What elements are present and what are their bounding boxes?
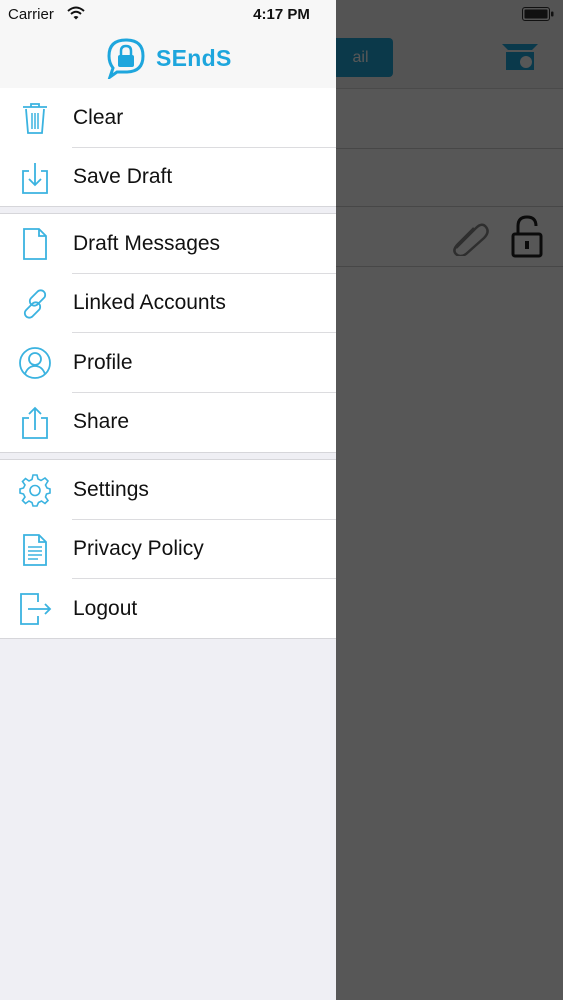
gear-icon: [19, 474, 51, 507]
menu-item-label: Linked Accounts: [73, 291, 226, 315]
menu-item-logout[interactable]: Logout: [0, 579, 336, 639]
app-logo: SEndS: [105, 37, 232, 79]
menu-item-settings[interactable]: Settings: [0, 460, 336, 520]
document-text-icon: [23, 533, 47, 566]
share-icon: [22, 406, 48, 439]
menu-item-profile[interactable]: Profile: [0, 333, 336, 393]
document-icon: [23, 228, 47, 260]
menu-item-label: Settings: [73, 477, 149, 501]
menu-item-label: Privacy Policy: [73, 537, 204, 561]
side-drawer: SEndS Clear Save Draft Draft Messages Li…: [0, 0, 336, 1000]
menu-group-actions: Clear Save Draft: [0, 88, 336, 207]
menu-item-label: Draft Messages: [73, 231, 221, 255]
menu-item-save-draft[interactable]: Save Draft: [0, 148, 336, 208]
status-time: 4:17 PM: [253, 6, 310, 23]
logout-icon: [20, 593, 52, 625]
menu-item-label: Share: [73, 410, 130, 434]
menu-item-label: Profile: [73, 350, 133, 374]
menu-item-share[interactable]: Share: [0, 393, 336, 453]
menu-item-clear[interactable]: Clear: [0, 88, 336, 148]
trash-icon: [23, 103, 47, 134]
menu-item-label: Save Draft: [73, 165, 173, 189]
user-circle-icon: [19, 347, 51, 379]
menu-group-navigation: Draft Messages Linked Accounts Profile S…: [0, 213, 336, 453]
chat-lock-icon: [107, 38, 145, 79]
menu-group-account: Settings Privacy Policy Logout: [0, 459, 336, 639]
app-name: SEndS: [156, 44, 232, 71]
battery-icon: [522, 7, 554, 21]
status-bar: Carrier 4:17 PM: [0, 0, 563, 30]
menu-item-label: Logout: [73, 596, 138, 620]
menu-item-label: Clear: [73, 105, 124, 129]
menu-item-privacy-policy[interactable]: Privacy Policy: [0, 520, 336, 579]
menu-item-linked-accounts[interactable]: Linked Accounts: [0, 274, 336, 333]
download-icon: [22, 162, 48, 194]
menu-item-draft-messages[interactable]: Draft Messages: [0, 214, 336, 274]
link-icon: [23, 288, 47, 319]
